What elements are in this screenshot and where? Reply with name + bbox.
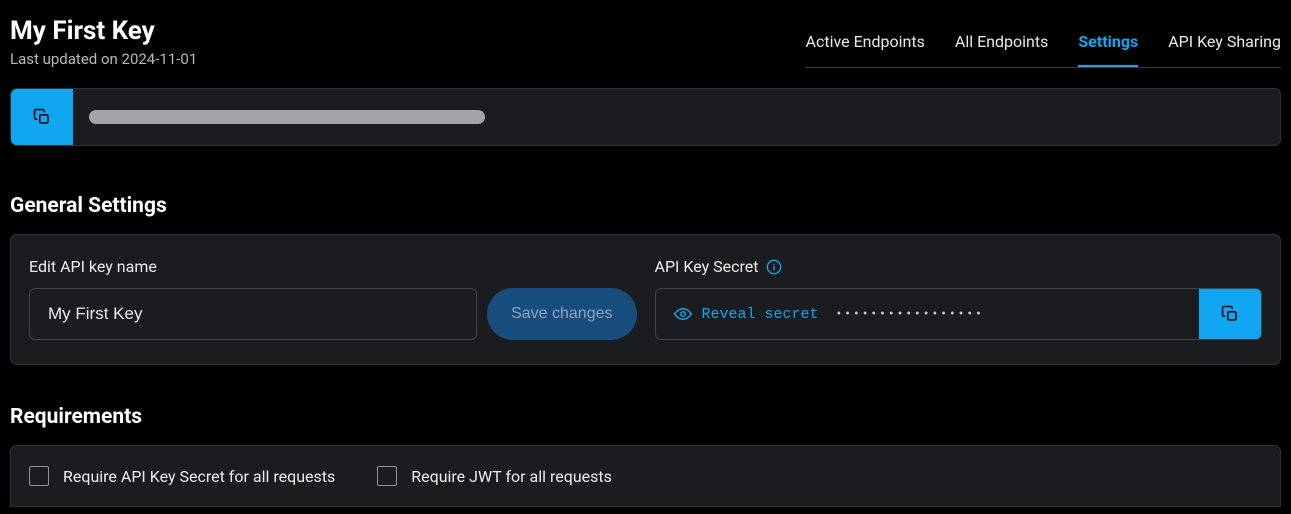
require-jwt-label: Require JWT for all requests (411, 467, 612, 486)
api-key-masked (73, 89, 1280, 145)
api-key-bar (10, 88, 1281, 146)
reveal-secret-label: Reveal secret (702, 306, 819, 323)
tab-api-key-sharing[interactable]: API Key Sharing (1168, 24, 1281, 67)
eye-icon (674, 305, 692, 323)
copy-secret-button[interactable] (1199, 289, 1261, 339)
checkbox-icon (29, 466, 49, 486)
require-secret-checkbox-item[interactable]: Require API Key Secret for all requests (29, 466, 335, 486)
requirements-card: Require API Key Secret for all requests … (10, 445, 1281, 507)
require-jwt-checkbox-item[interactable]: Require JWT for all requests (377, 466, 612, 486)
tab-bar: Active Endpoints All Endpoints Settings … (806, 24, 1281, 68)
secret-masked-value: ••••••••••••••••• (819, 306, 1199, 322)
api-key-secret-label: API Key Secret (655, 257, 759, 276)
info-icon[interactable] (766, 259, 782, 275)
general-settings-heading: General Settings (10, 194, 1281, 218)
copy-icon (1221, 305, 1239, 323)
save-changes-button[interactable]: Save changes (487, 288, 636, 340)
checkbox-icon (377, 466, 397, 486)
require-secret-label: Require API Key Secret for all requests (63, 467, 335, 486)
last-updated-text: Last updated on 2024-11-01 (10, 50, 197, 68)
api-key-secret-field: Reveal secret ••••••••••••••••• (655, 288, 1263, 340)
requirements-heading: Requirements (10, 405, 1281, 429)
page-title: My First Key (10, 16, 197, 46)
general-settings-card: Edit API key name Save changes API Key S… (10, 234, 1281, 365)
api-key-name-input[interactable] (29, 288, 477, 340)
tab-active-endpoints[interactable]: Active Endpoints (806, 24, 925, 67)
reveal-secret-button[interactable]: Reveal secret (656, 305, 819, 323)
tab-settings[interactable]: Settings (1078, 24, 1138, 67)
copy-icon (33, 108, 51, 126)
copy-key-button[interactable] (11, 89, 73, 145)
tab-all-endpoints[interactable]: All Endpoints (955, 24, 1048, 67)
mask-bar (89, 110, 485, 124)
edit-api-key-name-label: Edit API key name (29, 257, 637, 276)
